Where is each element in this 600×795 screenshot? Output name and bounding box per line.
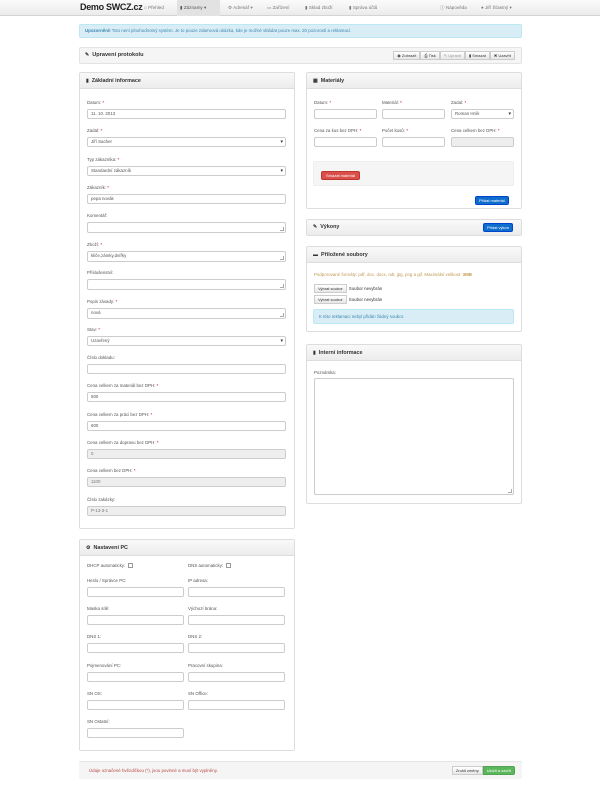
gear-icon: ⚙ [228, 5, 233, 10]
delete-material-button[interactable]: Smazat materiál [321, 171, 360, 180]
basic-info-heading: ▮ Základní informace [80, 73, 294, 89]
zakaznik-input[interactable]: pepa novák [87, 194, 286, 204]
brand-logo[interactable]: Demo SWCZ.cz [80, 2, 143, 12]
material-input[interactable] [382, 109, 445, 119]
vychozi-brana-input[interactable] [188, 615, 285, 625]
popis-zavady-textarea[interactable]: nová [87, 308, 286, 319]
delete-button[interactable]: ▮ Smazat [464, 51, 490, 60]
cena-doprava-input[interactable]: 0 [87, 449, 286, 459]
pocet-kusu-input[interactable] [382, 137, 445, 147]
interni-heading: ▮ Interní informace [307, 345, 521, 361]
sn-ostatni-input[interactable] [87, 728, 184, 738]
no-files-info: K této reklamaci nebyl přidán žádný soub… [313, 309, 514, 324]
nav-prehled[interactable]: ⌂ Přehled [141, 0, 167, 16]
nav-napoveda[interactable]: ⓘ Nápověda [437, 0, 470, 16]
document-icon: ▮ [86, 78, 89, 84]
stav-select[interactable]: Uzavřený [87, 336, 286, 346]
sn-os-input[interactable] [87, 700, 184, 710]
datum-input[interactable]: 11. 10. 2013 [87, 109, 286, 119]
nav-user-menu[interactable]: ● Jiří Šťastný ▾ [478, 0, 515, 16]
trash-icon: ▮ [468, 53, 472, 58]
soubory-heading: ▬ Přiložené soubory [307, 247, 521, 263]
device-icon: ▭ [267, 5, 272, 10]
required-note: Údaje označené hvězdičkou (*), jsou povi… [89, 768, 218, 773]
material-cena-celkem-input[interactable] [451, 137, 514, 147]
home-icon: ⌂ [144, 5, 147, 10]
protocol-header: ✎ Upravení protokolu ◉ Zobrazit ⎙ Tisk ✎ … [79, 47, 522, 64]
typ-zakaznika-select[interactable]: Standardní zákazník [87, 166, 286, 176]
print-icon: ⎙ [424, 53, 428, 58]
cena-za-kus-input[interactable] [314, 137, 377, 147]
dhcp-checkbox[interactable] [128, 563, 134, 569]
dns2-input[interactable] [188, 643, 285, 653]
demo-alert: Upozornění! Toto není plnohodnotný systé… [79, 24, 522, 38]
cislo-zakazky-input[interactable]: P-13-3-1 [87, 506, 286, 516]
sn-office-input[interactable] [188, 700, 285, 710]
wrench-icon: ✎ [313, 224, 318, 230]
user-icon: ● [481, 5, 484, 10]
nav-zaznamy[interactable]: ▮ Záznamy ▾ [177, 0, 220, 16]
gear-icon: ⚙ [86, 545, 91, 551]
cancel-changes-button[interactable]: Zrušit změny [451, 766, 483, 775]
box-icon: ▦ [313, 78, 318, 84]
pojmenovani-pc-input[interactable] [87, 672, 184, 682]
zadal-select[interactable]: Jiří Sacher [87, 137, 286, 147]
cena-celkem-input[interactable]: 1100 [87, 477, 286, 487]
cena-material-input[interactable]: 500 [87, 392, 286, 402]
print-button[interactable]: ⎙ Tisk [420, 51, 440, 60]
account-icon: ▮ [349, 5, 352, 10]
dns1-input[interactable] [87, 643, 184, 653]
folder-icon: ▬ [313, 252, 318, 258]
pracovni-skupina-input[interactable] [188, 672, 285, 682]
top-navbar: Demo SWCZ.cz ⌂ Přehled ▮ Záznamy ▾ ⚙ Adr… [0, 0, 600, 16]
nav-sprava-uctu[interactable]: ▮ Správa účtů [346, 0, 380, 16]
choose-file-button-2[interactable]: Vybrat soubor [314, 295, 347, 304]
record-icon: ▮ [180, 5, 183, 10]
page-title: ✎ Upravení protokolu [85, 52, 144, 58]
nav-sklad[interactable]: ▮ Sklad zboží [302, 0, 336, 16]
add-vykon-button[interactable]: Přidat výkon [483, 223, 514, 232]
cislo-dokladu-input[interactable] [87, 364, 286, 374]
cena-prace-input[interactable]: 600 [87, 421, 286, 431]
zbozi-textarea[interactable]: kliče,zámky,dvířky [87, 251, 286, 262]
help-icon: ⓘ [440, 5, 445, 10]
eye-icon: ◉ [397, 53, 401, 58]
edit-icon: ✎ [443, 53, 448, 58]
dns-auto-checkbox[interactable] [226, 563, 232, 569]
material-zadal-select[interactable]: Roman Hník [451, 109, 514, 119]
heslo-input[interactable] [87, 587, 184, 597]
close-protocol-button[interactable]: ✖ Uzavřít [489, 51, 515, 60]
prislusenstvi-textarea[interactable] [87, 279, 286, 290]
edit-button[interactable]: ✎ Upravit [439, 51, 465, 60]
show-button[interactable]: ◉ Zobrazit [393, 51, 421, 60]
material-datum-input[interactable] [314, 109, 377, 119]
add-material-button[interactable]: Přidat materiál [475, 196, 509, 205]
document-icon: ▮ [313, 350, 316, 356]
close-icon: ✖ [493, 53, 498, 58]
edit-icon: ✎ [85, 52, 90, 58]
poznamka-textarea[interactable] [314, 378, 514, 495]
komentar-textarea[interactable] [87, 222, 286, 233]
choose-file-button-1[interactable]: Vybrat soubor [314, 284, 347, 293]
materialy-heading: ▦ Materiály [307, 73, 521, 89]
pc-settings-heading: ⚙ Nastavení PC [80, 540, 294, 556]
save-close-button[interactable]: Uložit a zavřít [482, 766, 515, 775]
warehouse-icon: ▮ [305, 5, 308, 10]
nav-adresar[interactable]: ⚙ Adresář ▾ [225, 0, 256, 16]
ip-adresa-input[interactable] [188, 587, 285, 597]
maska-site-input[interactable] [87, 615, 184, 625]
form-footer: Údaje označené hvězdičkou (*), jsou povi… [79, 761, 522, 779]
nav-zarizeni[interactable]: ▭ Zařízení [264, 0, 292, 16]
